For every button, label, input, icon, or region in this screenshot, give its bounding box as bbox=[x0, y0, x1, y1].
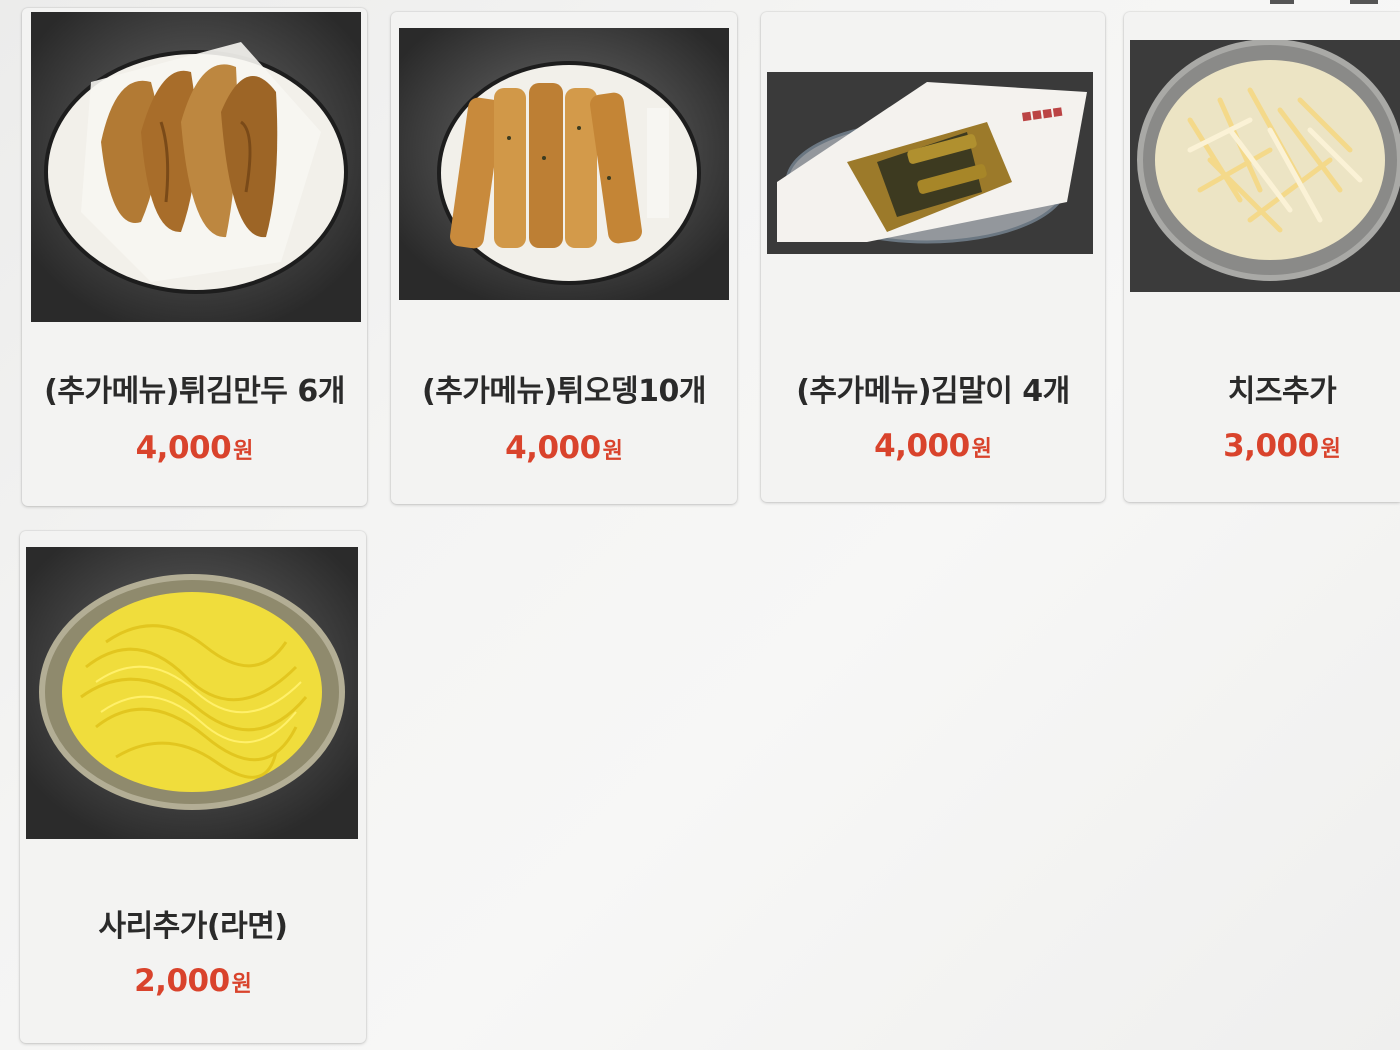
price-amount: 4,000 bbox=[874, 428, 970, 464]
price-currency: 원 bbox=[231, 972, 252, 997]
menu-item-card-fried-fishcake[interactable]: (추가메뉴)튀오뎅10개 4,000원 bbox=[391, 12, 737, 504]
price-currency: 원 bbox=[1320, 437, 1341, 462]
price-amount: 3,000 bbox=[1223, 428, 1319, 464]
menu-item-name: (추가메뉴)튀오뎅10개 bbox=[422, 374, 706, 409]
price-currency: 원 bbox=[971, 437, 992, 462]
menu-item-price: 3,000원 bbox=[1164, 428, 1400, 464]
top-edge-marks bbox=[1260, 0, 1390, 6]
menu-item-price: 2,000원 bbox=[20, 963, 366, 999]
price-amount: 4,000 bbox=[505, 430, 601, 466]
menu-item-name: 사리추가(라면) bbox=[98, 909, 288, 944]
ramen-noodles-photo bbox=[26, 547, 358, 839]
menu-item-price: 4,000원 bbox=[22, 430, 367, 466]
menu-item-price: 4,000원 bbox=[391, 430, 737, 466]
menu-item-card-fried-dumplings[interactable]: (추가메뉴)튀김만두 6개 4,000원 bbox=[22, 8, 367, 506]
menu-item-card-cheese[interactable]: 치즈추가 3,000원 bbox=[1124, 12, 1400, 502]
fried-fishcake-photo bbox=[399, 28, 729, 300]
fried-dumplings-photo bbox=[31, 12, 361, 322]
menu-item-name: 치즈추가 bbox=[1227, 374, 1337, 409]
price-amount: 2,000 bbox=[134, 963, 230, 999]
menu-item-name: (추가메뉴)김말이 4개 bbox=[796, 374, 1070, 409]
menu-item-card-ramen-noodles[interactable]: 사리추가(라면) 2,000원 bbox=[20, 531, 366, 1043]
shredded-cheese-photo bbox=[1130, 40, 1400, 292]
menu-item-name: (추가메뉴)튀김만두 6개 bbox=[44, 374, 345, 409]
price-amount: 4,000 bbox=[135, 430, 232, 466]
price-currency: 원 bbox=[602, 439, 623, 464]
seaweed-rolls-photo: ■■■■ bbox=[767, 72, 1093, 254]
menu-item-card-seaweed-rolls[interactable]: ■■■■ (추가메뉴)김말이 4개 4,000원 bbox=[761, 12, 1105, 502]
price-currency: 원 bbox=[233, 439, 254, 464]
menu-item-price: 4,000원 bbox=[761, 428, 1105, 464]
